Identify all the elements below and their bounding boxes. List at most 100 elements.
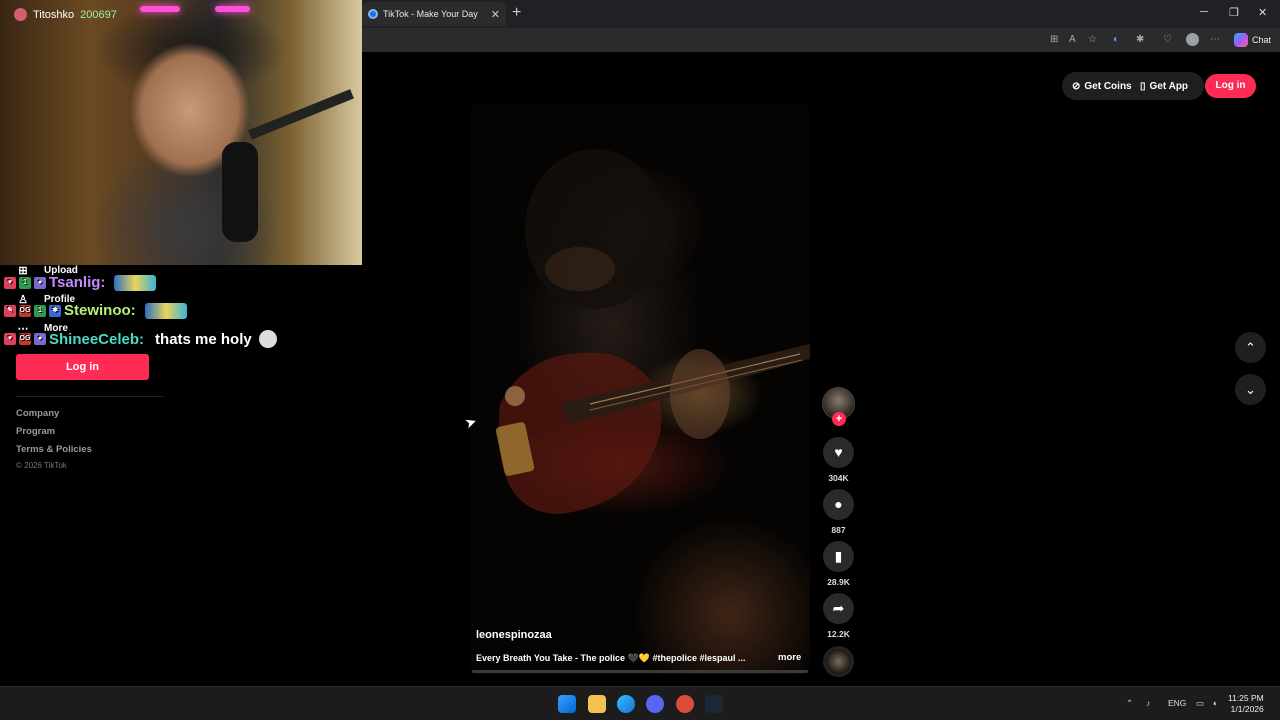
language-indicator[interactable]: ENG bbox=[1168, 698, 1186, 708]
footer-link-company[interactable]: Company bbox=[16, 408, 59, 419]
share-button[interactable]: ➦ bbox=[823, 593, 854, 624]
streamer-webcam: Titoshko 200697 bbox=[0, 0, 362, 265]
neon-light bbox=[140, 6, 180, 12]
streamer-avatar-icon bbox=[14, 8, 27, 21]
save-button[interactable]: ▮ bbox=[823, 541, 854, 572]
chat-text: thats me holy bbox=[155, 330, 252, 348]
phone-icon: ▯ bbox=[1140, 80, 1146, 92]
like-count: 304K bbox=[828, 473, 849, 483]
copilot-chat-button[interactable]: Chat bbox=[1234, 33, 1271, 47]
bookmark-icon: ▮ bbox=[834, 548, 843, 564]
sub-badge-icon: ● bbox=[34, 276, 46, 289]
get-app-button[interactable]: ▯ Get App bbox=[1140, 74, 1188, 98]
chevron-down-icon: ⌄ bbox=[1245, 382, 1256, 397]
sound-playing-icon[interactable]: ◖ bbox=[1112, 34, 1118, 45]
music-disc-icon[interactable] bbox=[823, 646, 854, 677]
extensions-icon[interactable]: ✱ bbox=[1136, 34, 1144, 45]
save-count: 28.9K bbox=[827, 577, 850, 587]
sidebar-login-button[interactable]: Log in bbox=[16, 354, 149, 380]
chat-username: ShineeCeleb: bbox=[49, 330, 145, 348]
file-explorer-icon[interactable] bbox=[588, 695, 606, 713]
share-arrow-icon: ➦ bbox=[832, 600, 845, 616]
pencil-badge-icon: ✎ bbox=[4, 304, 16, 317]
browser-tab[interactable]: TikTok - Make Your Day ✕ bbox=[362, 2, 506, 26]
profile-avatar-icon[interactable] bbox=[1186, 33, 1199, 46]
footer-link-program[interactable]: Program bbox=[16, 426, 55, 437]
system-clock[interactable]: 11:25 PM 1/1/2026 bbox=[1228, 693, 1264, 715]
clock-time: 11:25 PM bbox=[1228, 693, 1264, 703]
tier-badge-icon: 1 bbox=[34, 304, 46, 317]
network-icon[interactable]: ▭ bbox=[1196, 698, 1204, 709]
neon-light bbox=[215, 6, 250, 12]
chevron-up-icon: ⌃ bbox=[1245, 340, 1256, 355]
chat-username: Stewinoo: bbox=[64, 302, 136, 319]
header-login-button[interactable]: Log in bbox=[1205, 74, 1256, 98]
share-count: 12.2K bbox=[827, 629, 850, 639]
start-icon[interactable] bbox=[558, 695, 576, 713]
tab-title: TikTok - Make Your Day bbox=[383, 9, 478, 19]
restore-icon[interactable]: ❐ bbox=[1229, 6, 1239, 19]
tiktok-favicon-icon bbox=[368, 9, 378, 19]
footer-link-terms[interactable]: Terms & Policies bbox=[16, 444, 92, 455]
get-coins-button[interactable]: ⊘ Get Coins bbox=[1072, 74, 1132, 98]
heart-badge-icon: ♥ bbox=[4, 276, 16, 289]
get-coins-label: Get Coins bbox=[1084, 80, 1132, 92]
comment-count: 887 bbox=[831, 525, 846, 535]
comment-button[interactable]: ● bbox=[823, 489, 854, 520]
copilot-label: Chat bbox=[1252, 35, 1272, 45]
chat-emote bbox=[114, 274, 157, 291]
browser-essentials-icon[interactable]: ♡ bbox=[1163, 34, 1172, 45]
tray-chevron-icon[interactable]: ⌃ bbox=[1126, 698, 1133, 709]
clock-date: 1/1/2026 bbox=[1230, 704, 1264, 714]
sidebar-divider bbox=[16, 396, 164, 397]
og-badge-icon: OG bbox=[19, 333, 31, 345]
streamer-name: Titoshko bbox=[33, 8, 75, 21]
comment-icon: ● bbox=[834, 496, 843, 512]
app-icon[interactable] bbox=[676, 695, 694, 713]
volume-icon[interactable]: ◖ bbox=[1212, 698, 1217, 708]
copyright-text: © 2026 TikTok bbox=[16, 461, 67, 470]
tier-badge-icon: 1 bbox=[19, 276, 31, 289]
follow-plus-icon[interactable]: + bbox=[832, 412, 846, 426]
guitar-illustration bbox=[495, 149, 810, 514]
star-badge-icon: ✱ bbox=[49, 304, 61, 317]
steam-icon[interactable] bbox=[705, 695, 723, 713]
window-close-icon[interactable]: ✕ bbox=[1258, 6, 1267, 19]
video-player[interactable] bbox=[470, 104, 810, 674]
coin-icon: ⊘ bbox=[1072, 80, 1081, 92]
chat-message: ♥ 1 ● Tsanlig: bbox=[4, 274, 157, 291]
next-video-button[interactable]: ⌄ bbox=[1235, 374, 1266, 405]
get-app-label: Get App bbox=[1149, 80, 1189, 92]
tab-close-icon[interactable]: ✕ bbox=[491, 8, 500, 21]
heart-badge-icon: ♥ bbox=[4, 333, 16, 345]
microphone bbox=[222, 142, 258, 242]
chat-message: ♥ OG ● ShineeCeleb: thats me holy bbox=[4, 330, 277, 348]
heart-icon: ♥ bbox=[834, 444, 843, 460]
tray-mic-icon[interactable]: ♪ bbox=[1146, 698, 1150, 708]
description-more-button[interactable]: more bbox=[778, 652, 801, 663]
channel-points: 200697 bbox=[80, 8, 117, 21]
edge-browser-icon[interactable] bbox=[617, 695, 635, 713]
previous-video-button[interactable]: ⌃ bbox=[1235, 332, 1266, 363]
og-badge-icon: OG bbox=[19, 304, 31, 317]
minimize-icon[interactable]: ─ bbox=[1200, 6, 1208, 18]
windows-taskbar: ⌃ ♪ ENG ▭ ◖ 11:25 PM 1/1/2026 bbox=[0, 686, 1280, 720]
mic-arm bbox=[248, 89, 354, 140]
app-available-icon[interactable]: ⊞ bbox=[1050, 34, 1058, 45]
sub-badge-icon: ● bbox=[34, 333, 46, 345]
read-aloud-icon[interactable]: A bbox=[1069, 34, 1076, 45]
chat-emote bbox=[144, 302, 187, 319]
discord-icon[interactable] bbox=[646, 695, 664, 713]
chat-username: Tsanlig: bbox=[49, 274, 106, 291]
screen: TikTok - Make Your Day ✕ + ─ ❐ ✕ ⊞ A ☆ ◖… bbox=[0, 0, 1280, 720]
new-tab-button[interactable]: + bbox=[512, 5, 521, 21]
settings-menu-icon[interactable]: ⋯ bbox=[1210, 34, 1220, 45]
video-progress-bar[interactable] bbox=[472, 670, 808, 673]
video-description: Every Breath You Take - The police 🖤💛 #t… bbox=[476, 653, 746, 663]
chat-message: ✎ OG 1 ✱ Stewinoo: bbox=[4, 302, 187, 319]
video-author[interactable]: leonespinozaa bbox=[476, 629, 552, 641]
like-button[interactable]: ♥ bbox=[823, 437, 854, 468]
chat-emoji bbox=[258, 330, 277, 348]
favorite-star-icon[interactable]: ☆ bbox=[1088, 34, 1097, 45]
copilot-icon bbox=[1234, 33, 1248, 47]
